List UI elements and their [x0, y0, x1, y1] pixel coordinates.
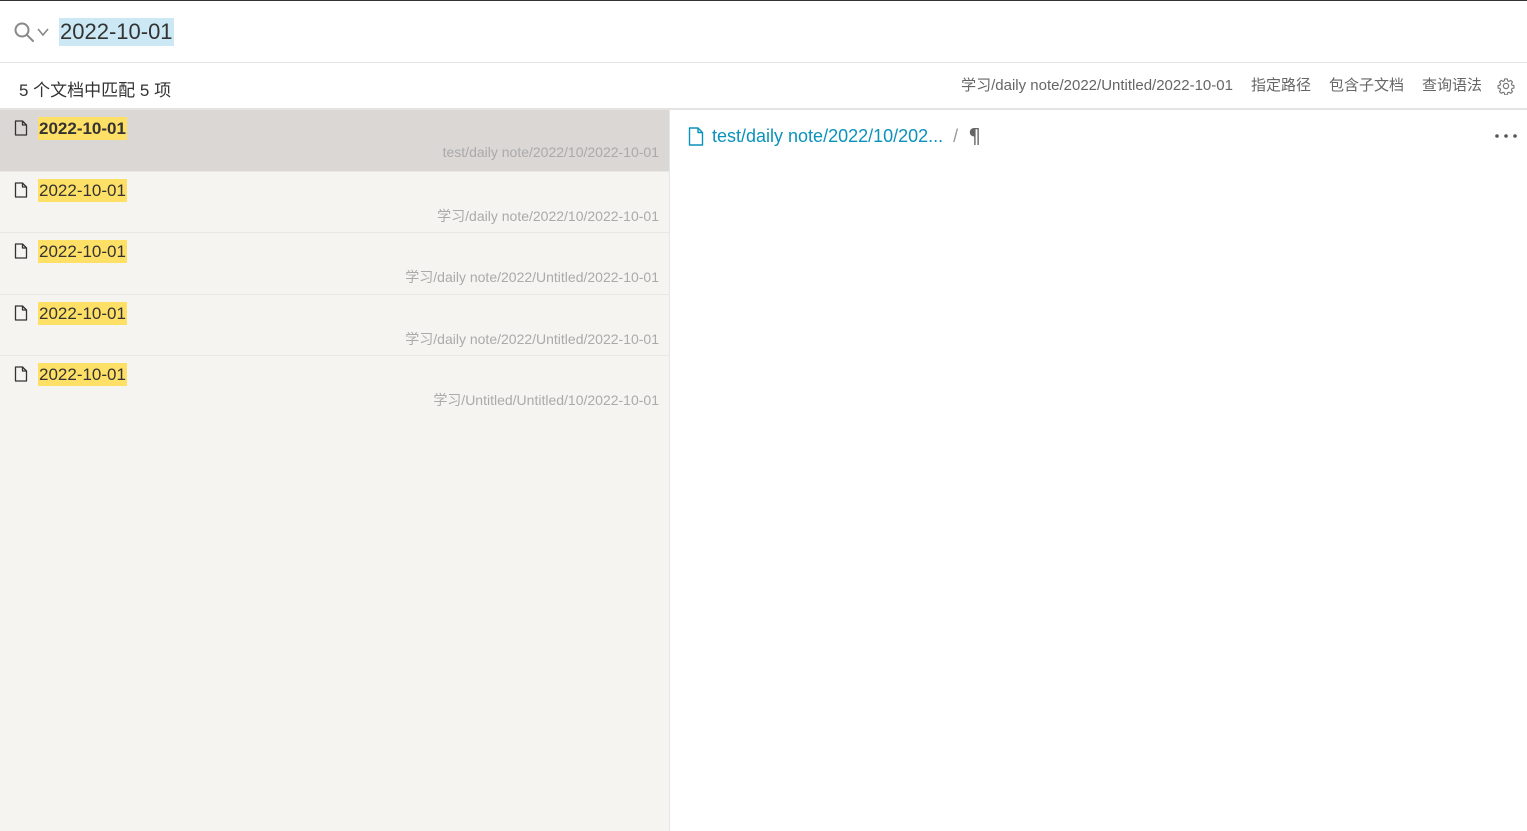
result-title: 2022-10-01	[38, 363, 127, 386]
preview-pane: test/daily note/2022/10/202... / ¶	[671, 110, 1527, 831]
breadcrumb-path-link[interactable]: test/daily note/2022/10/202...	[712, 126, 943, 147]
file-icon	[14, 304, 28, 321]
breadcrumb-separator: /	[953, 125, 959, 146]
search-input[interactable]: 2022-10-01	[59, 18, 174, 46]
document-icon	[688, 126, 704, 146]
search-bar: 2022-10-01	[0, 1, 1527, 63]
result-title: 2022-10-01	[38, 178, 127, 202]
result-item[interactable]: 2022-10-01 test/daily note/2022/10/2022-…	[0, 110, 669, 172]
result-item[interactable]: 2022-10-01 学习/daily note/2022/Untitled/2…	[0, 233, 669, 295]
search-window: 2022-10-01 5 个文档中匹配 5 项 学习/daily note/20…	[0, 0, 1527, 831]
result-item[interactable]: 2022-10-01 学习/daily note/2022/Untitled/2…	[0, 295, 669, 356]
result-title: 2022-10-01	[38, 301, 127, 325]
search-results-list: 2022-10-01 test/daily note/2022/10/2022-…	[0, 110, 670, 831]
more-options-icon[interactable]	[1493, 126, 1519, 146]
result-item[interactable]: 2022-10-01 学习/Untitled/Untitled/10/2022-…	[0, 356, 669, 418]
query-syntax-button[interactable]: 查询语法	[1422, 75, 1482, 97]
chevron-down-icon[interactable]	[36, 26, 50, 38]
file-icon	[14, 120, 28, 136]
match-summary: 5 个文档中匹配 5 项	[19, 81, 172, 100]
result-path: 学习/daily note/2022/Untitled/2022-10-01	[405, 330, 659, 347]
result-title: 2022-10-01	[38, 117, 127, 140]
result-path: 学习/daily note/2022/10/2022-10-01	[437, 207, 659, 224]
result-item[interactable]: 2022-10-01 学习/daily note/2022/10/2022-10…	[0, 172, 669, 233]
pilcrow-icon[interactable]: ¶	[968, 124, 981, 148]
result-path: 学习/daily note/2022/Untitled/2022-10-01	[405, 269, 659, 285]
file-icon	[14, 181, 28, 198]
file-icon	[14, 366, 28, 382]
breadcrumb: test/daily note/2022/10/202... / ¶	[688, 124, 981, 148]
include-children-button[interactable]: 包含子文档	[1329, 75, 1404, 97]
toolbar-actions: 学习/daily note/2022/Untitled/2022-10-01 指…	[961, 75, 1515, 97]
result-path: test/daily note/2022/10/2022-10-01	[442, 144, 659, 160]
result-path: 学习/Untitled/Untitled/10/2022-10-01	[433, 392, 659, 408]
current-path-label: 学习/daily note/2022/Untitled/2022-10-01	[961, 77, 1233, 94]
search-icon[interactable]	[13, 21, 35, 43]
result-title: 2022-10-01	[38, 240, 127, 263]
specify-path-button[interactable]: 指定路径	[1251, 75, 1311, 97]
search-toolbar: 5 个文档中匹配 5 项 学习/daily note/2022/Untitled…	[0, 63, 1527, 110]
file-icon	[14, 243, 28, 259]
gear-icon[interactable]	[1497, 77, 1515, 95]
